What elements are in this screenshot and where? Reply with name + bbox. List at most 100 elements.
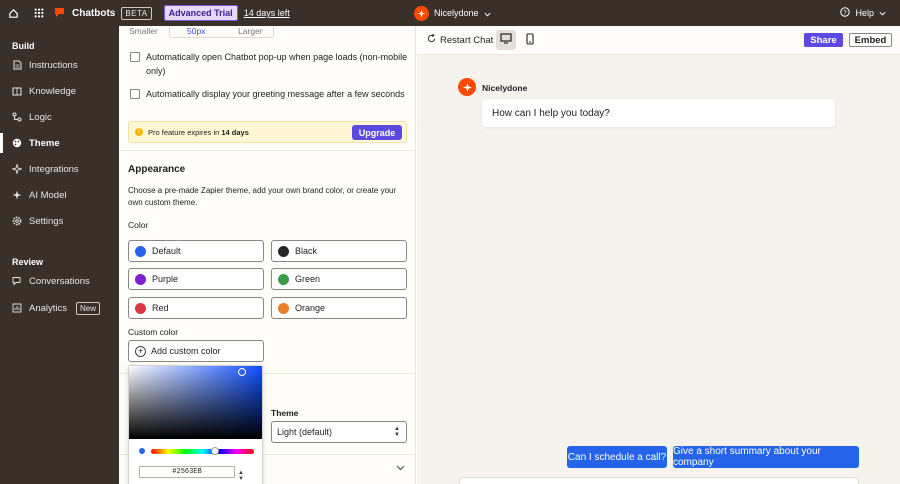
sidebar-item-label: Theme (29, 137, 60, 149)
color-option-label: Red (152, 303, 169, 313)
color-option-red[interactable]: Red (128, 297, 264, 319)
sidebar-item-label: Integrations (29, 163, 79, 175)
account-name: Nicelydone (434, 8, 479, 18)
color-option-label: Default (152, 246, 181, 256)
bot-name: Nicelydone (482, 83, 528, 93)
restart-chat-label: Restart Chat (440, 34, 494, 46)
chat-preview: Restart Chat Share Embed Nicelydone How … (417, 26, 900, 484)
color-swatch (135, 302, 146, 314)
desktop-view-button[interactable] (496, 30, 516, 50)
custom-color-label: Custom color (128, 327, 179, 337)
auto-greeting-label: Automatically display your greeting mess… (146, 89, 405, 99)
sidebar-item-conversations[interactable]: Conversations (0, 268, 119, 294)
beta-badge: BETA (121, 6, 152, 20)
color-option-purple[interactable]: Purple (128, 268, 264, 290)
pro-expiry-prefix: Pro feature expires in (148, 127, 222, 137)
sidebar-item-logic[interactable]: Logic (0, 104, 119, 130)
logic-icon (12, 112, 22, 122)
color-option-orange[interactable]: Orange (271, 297, 407, 319)
sidebar-item-label: Analytics (29, 302, 68, 314)
color-option-green[interactable]: Green (271, 268, 407, 290)
sidebar-item-label: Logic (29, 111, 52, 123)
sidebar-item-ai-model[interactable]: AI Model (0, 182, 119, 208)
sidebar-item-label: Instructions (29, 59, 78, 71)
sidebar-item-knowledge[interactable]: Knowledge (0, 78, 119, 104)
sidebar-item-settings[interactable]: Settings (0, 208, 119, 234)
top-bar: Chatbots BETA Advanced Trial 14 days lef… (0, 0, 900, 26)
color-option-label: Green (295, 274, 321, 284)
pro-expiry-text: Pro feature expires in 14 days (148, 128, 249, 137)
hex-input[interactable]: #2563EB (139, 466, 235, 478)
sidebar-item-instructions[interactable]: Instructions (0, 52, 119, 78)
add-custom-color-button[interactable]: + Add custom color (128, 340, 264, 362)
sidebar-item-theme[interactable]: Theme (0, 130, 119, 156)
restart-chat-button[interactable]: Restart Chat (427, 33, 494, 46)
chevron-down-icon (484, 6, 491, 20)
appearance-heading: Appearance (128, 164, 186, 175)
help-label: Help (855, 8, 874, 18)
size-smaller-option[interactable]: Smaller (129, 26, 158, 36)
sidebar-item-label: Knowledge (29, 85, 77, 97)
book-icon (12, 86, 22, 96)
days-left-link[interactable]: 14 days left (244, 8, 290, 18)
chat-input[interactable] (459, 477, 859, 484)
sidebar-item-integrations[interactable]: Integrations (0, 156, 119, 182)
color-swatch (278, 245, 289, 257)
restart-icon (427, 33, 436, 46)
auto-greeting-checkbox[interactable] (130, 89, 140, 99)
color-swatch (135, 245, 146, 257)
home-icon[interactable] (0, 0, 26, 26)
auto-open-checkbox[interactable] (130, 52, 140, 62)
account-logo-icon (414, 5, 429, 21)
size-larger-option[interactable]: Larger (238, 26, 263, 36)
help-menu[interactable]: ? Help (840, 0, 886, 26)
color-swatch (278, 273, 289, 285)
size-value[interactable]: 50px (187, 26, 205, 36)
upgrade-button[interactable]: Upgrade (352, 125, 402, 140)
hex-mode-stepper-icon[interactable]: ▲ ▼ (238, 470, 244, 482)
suggestion-schedule-call[interactable]: Can I schedule a call? (567, 446, 667, 468)
sidebar-item-label: Conversations (29, 275, 90, 287)
sidebar-item-analytics[interactable]: Analytics New (0, 295, 119, 321)
saturation-area[interactable] (129, 366, 262, 439)
mobile-icon (526, 32, 534, 48)
desktop-icon (500, 33, 512, 47)
color-picker-popover: #2563EB ▲ ▼ (128, 365, 263, 484)
hue-slider-handle[interactable] (211, 447, 219, 455)
theme-label: Theme (271, 408, 299, 418)
auto-open-popup-option[interactable]: Automatically open Chatbot pop-up when p… (130, 50, 410, 78)
chevron-down-icon[interactable] (396, 463, 405, 473)
review-section-title: Review (12, 257, 44, 267)
mobile-view-button[interactable] (520, 30, 540, 50)
select-arrows-icon: ▲ ▼ (394, 426, 400, 438)
color-option-default[interactable]: Default (128, 240, 264, 262)
document-icon (12, 60, 22, 70)
warning-icon: ! (135, 128, 143, 136)
new-badge: New (76, 301, 101, 315)
theme-settings-panel: Smaller 50px Larger Automatically open C… (119, 26, 416, 484)
share-button[interactable]: Share (804, 33, 843, 47)
bot-avatar (458, 78, 476, 96)
saturation-handle[interactable] (238, 368, 246, 376)
palette-icon (12, 138, 22, 148)
chevron-down-icon (879, 8, 886, 18)
hue-slider[interactable] (151, 449, 254, 454)
theme-select[interactable]: Light (default) ▲ ▼ (271, 421, 407, 443)
auto-greeting-option[interactable]: Automatically display your greeting mess… (130, 87, 410, 101)
greeting-message: How can I help you today? (482, 99, 835, 127)
embed-button[interactable]: Embed (849, 33, 892, 47)
color-option-black[interactable]: Black (271, 240, 407, 262)
brand[interactable]: Chatbots BETA (54, 6, 152, 21)
sidebar: Build Instructions Knowledge Logic Theme… (0, 26, 119, 484)
account-switcher[interactable]: Nicelydone (414, 0, 491, 26)
color-swatch (135, 273, 146, 285)
color-option-label: Black (295, 246, 318, 256)
help-icon: ? (840, 7, 851, 19)
preview-toolbar: Restart Chat Share Embed (417, 26, 900, 55)
color-option-label: Orange (295, 303, 326, 313)
suggestion-company-summary[interactable]: Give a short summary about your company (673, 446, 859, 468)
apps-grid-icon[interactable] (26, 0, 52, 26)
sidebar-item-label: AI Model (29, 189, 67, 201)
appearance-description: Choose a pre-made Zapier theme, add your… (128, 186, 397, 207)
plus-circle-icon: + (135, 345, 146, 357)
